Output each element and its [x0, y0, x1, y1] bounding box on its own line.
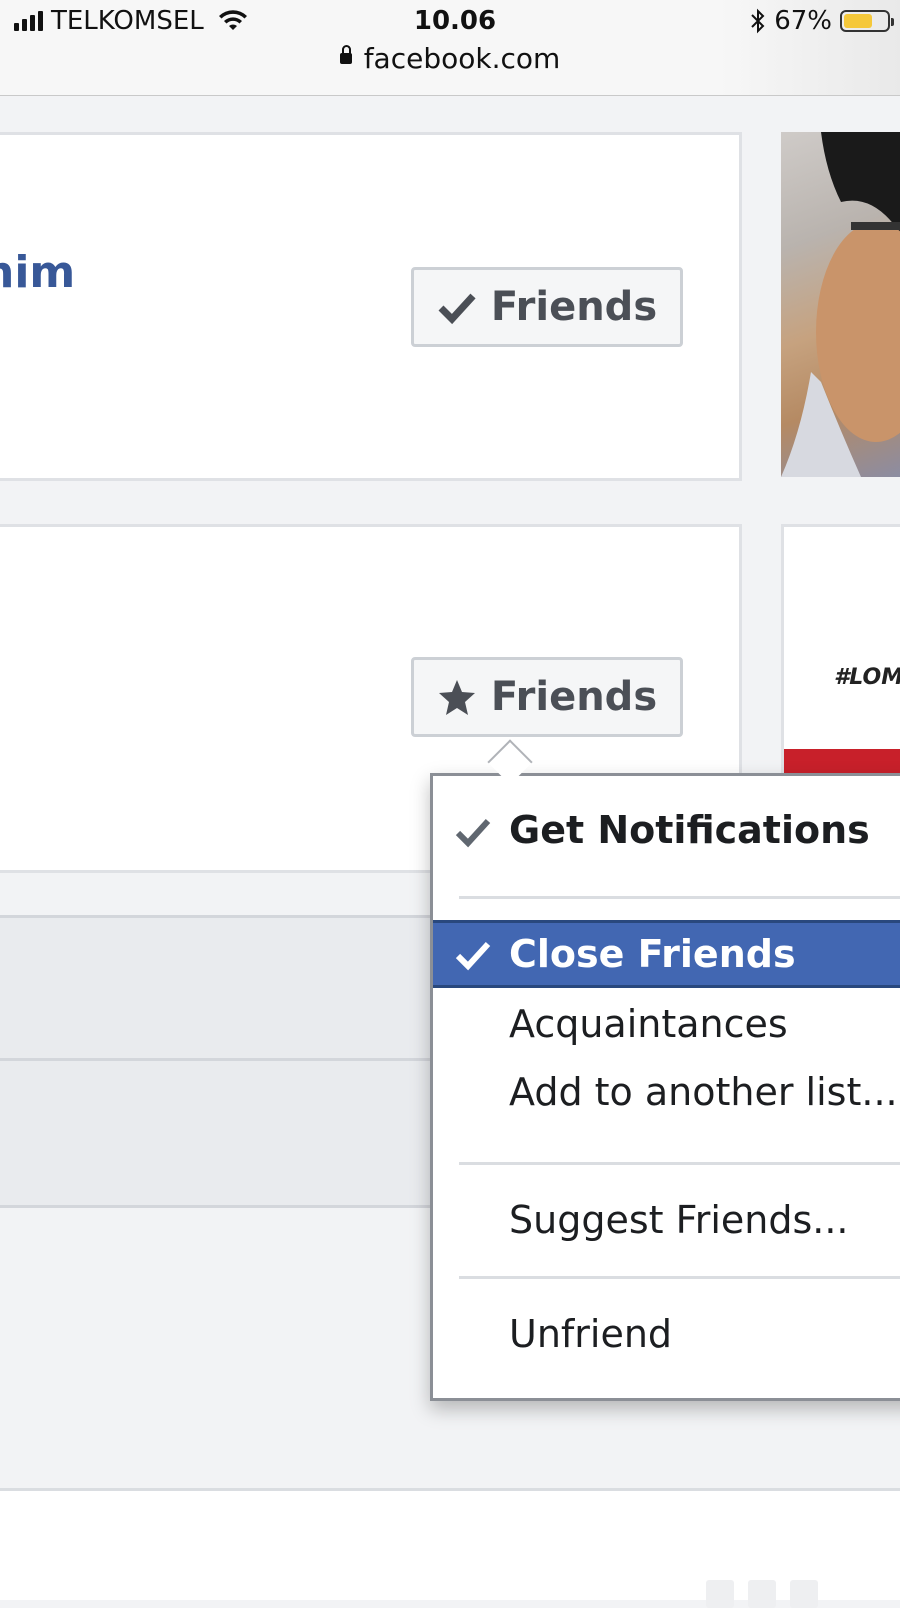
check-icon: [455, 818, 491, 848]
url-text: facebook.com: [363, 42, 561, 75]
bluetooth-icon: [751, 8, 765, 34]
profile-picture: [781, 132, 900, 477]
address-bar[interactable]: facebook.com: [0, 42, 900, 75]
star-icon: [438, 680, 475, 715]
friends-button-label: Friends: [490, 674, 658, 720]
photo-text: #LOM: [834, 665, 900, 690]
menu-separator: [459, 1162, 900, 1165]
battery-icon: [840, 10, 894, 32]
menu-item-suggest-friends[interactable]: Suggest Friends...: [433, 1186, 900, 1254]
friends-button-label: Friends: [490, 284, 658, 330]
status-bar: TELKOMSEL 10.06 67% facebook.com: [0, 0, 900, 96]
menu-separator: [459, 896, 900, 899]
menu-item-unfriend[interactable]: Unfriend: [433, 1300, 900, 1368]
menu-item-acquaintances[interactable]: Acquaintances: [433, 990, 900, 1058]
lock-icon: [339, 44, 352, 64]
menu-item-get-notifications[interactable]: Get Notifications: [433, 796, 900, 864]
battery-percent: 67%: [774, 6, 832, 36]
loading-indicator: [706, 1580, 818, 1608]
friend-card: him Friends: [0, 132, 742, 481]
menu-separator: [459, 1276, 900, 1279]
menu-item-add-to-list[interactable]: Add to another list...: [433, 1058, 900, 1126]
friend-photo[interactable]: [781, 132, 900, 477]
friend-name[interactable]: him: [0, 247, 75, 298]
friends-dropdown-menu: Get Notifications Close Friends Acquaint…: [430, 773, 900, 1401]
friends-button[interactable]: Friends: [411, 267, 683, 347]
check-icon: [438, 293, 476, 325]
menu-item-close-friends[interactable]: Close Friends: [433, 920, 900, 988]
status-right: 67%: [750, 6, 894, 36]
friends-button[interactable]: Friends: [411, 657, 683, 737]
friend-photo[interactable]: #LOM: [781, 524, 900, 784]
check-icon: [455, 941, 491, 971]
